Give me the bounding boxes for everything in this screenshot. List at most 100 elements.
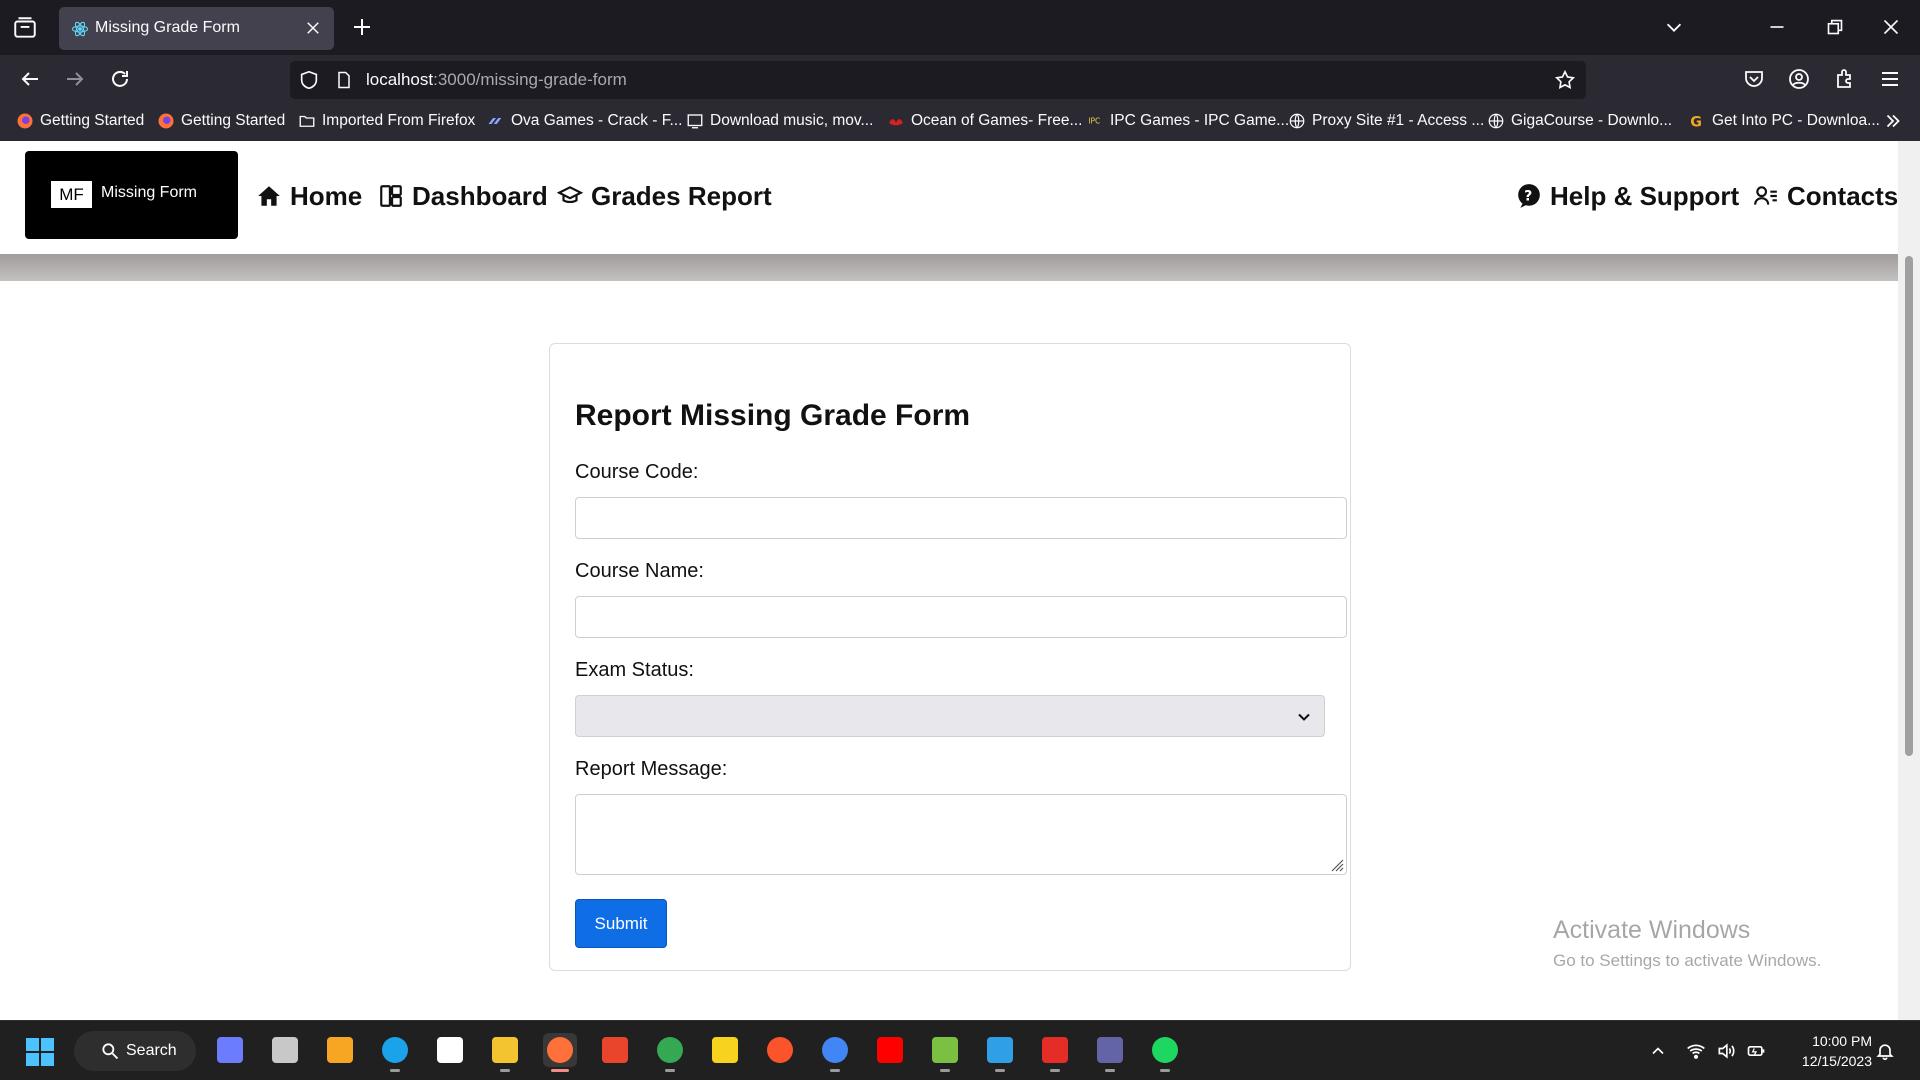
nav-contacts[interactable]: Contacts [1753, 179, 1898, 213]
nav-label: Contacts [1787, 180, 1899, 211]
battery-icon[interactable] [1746, 1041, 1766, 1061]
chevron-down-icon[interactable] [1663, 16, 1685, 38]
restore-icon[interactable] [1822, 14, 1848, 40]
bookmark-item[interactable]: Imported From Firefox [298, 110, 475, 132]
running-indicator [1105, 1069, 1115, 1072]
taskbar-search[interactable]: Search [74, 1031, 196, 1071]
bookmark-item[interactable]: Download music, mov... [686, 110, 873, 132]
course-code-input[interactable] [575, 497, 1347, 539]
browser-tab[interactable]: Missing Grade Form [59, 7, 334, 50]
taskbar-app[interactable] [708, 1033, 742, 1067]
bookmark-label: Imported From Firefox [322, 112, 476, 129]
exam-status-select[interactable] [575, 695, 1325, 737]
tab-title: Missing Grade Form [95, 19, 240, 36]
back-icon[interactable] [18, 67, 42, 91]
svg-text:IPC: IPC [1088, 116, 1100, 125]
report-message-label: Report Message: [575, 758, 728, 780]
bookmark-item[interactable]: GigaCourse - Downlo... [1487, 110, 1672, 132]
page-scrollbar[interactable] [1898, 141, 1920, 1020]
tab-list-icon[interactable] [12, 15, 38, 41]
close-window-icon[interactable] [1878, 14, 1904, 40]
windows-start-icon[interactable] [26, 1038, 54, 1066]
bookmark-item[interactable]: Getting Started [16, 110, 144, 132]
volume-icon[interactable] [1716, 1041, 1736, 1061]
running-indicator [390, 1069, 400, 1072]
taskbar-app[interactable] [928, 1033, 962, 1072]
taskbar-app[interactable] [653, 1033, 687, 1072]
page-viewport: MF Missing Form Home Dashboard Grades Re… [0, 141, 1920, 1020]
page-info-icon[interactable] [334, 70, 354, 90]
taskbar-app[interactable] [543, 1033, 577, 1072]
course-name-input[interactable] [575, 596, 1347, 638]
nav-grades-report[interactable]: Grades Report [557, 179, 772, 213]
extensions-icon[interactable] [1833, 67, 1857, 91]
chrome-icon [657, 1037, 683, 1063]
wifi-icon[interactable] [1686, 1041, 1706, 1061]
get-into-pc-icon: G [1690, 114, 1702, 130]
browser-toolbar: localhost:3000/missing-grade-form [0, 55, 1920, 101]
header-shadow-band [0, 254, 1898, 281]
globe-icon [1488, 113, 1504, 129]
scrollbar-thumb[interactable] [1905, 256, 1913, 756]
bookmark-star-icon[interactable] [1554, 69, 1576, 91]
bookmark-item[interactable]: Ova Games - Crack - F... [487, 110, 682, 132]
taskbar-app[interactable] [763, 1033, 797, 1067]
nav-home[interactable]: Home [256, 179, 362, 213]
bookmark-item[interactable]: Ocean of Games- Free... [887, 110, 1082, 132]
submit-button[interactable]: Submit [575, 899, 667, 948]
taskbar-app[interactable] [1038, 1033, 1072, 1072]
pocket-icon[interactable] [1742, 67, 1766, 91]
brand-logo[interactable]: MF Missing Form [25, 151, 238, 239]
close-tab-icon[interactable] [304, 19, 322, 37]
acrobat-icon [1042, 1037, 1068, 1063]
taskbar-app[interactable] [1148, 1033, 1182, 1072]
folder-icon [299, 115, 315, 127]
taskbar-app[interactable] [818, 1033, 852, 1072]
new-tab-icon[interactable] [350, 15, 374, 39]
taskbar-app[interactable] [983, 1033, 1017, 1072]
taskbar-app[interactable] [268, 1033, 302, 1067]
bookmark-item[interactable]: Getting Started [157, 110, 285, 132]
chevron-up-icon[interactable] [1648, 1041, 1668, 1061]
nav-help-support[interactable]: ? Help & Support [1516, 179, 1739, 213]
activate-windows-watermark: Activate Windows Go to Settings to activ… [1553, 916, 1821, 971]
reload-icon[interactable] [108, 67, 132, 91]
brand-name: Missing Form [101, 184, 198, 201]
taskbar-app[interactable] [213, 1033, 247, 1067]
brave-icon [767, 1037, 793, 1063]
running-indicator [1050, 1069, 1060, 1072]
minimize-icon[interactable] [1764, 14, 1790, 40]
menu-icon[interactable] [1878, 67, 1902, 91]
taskbar-app[interactable] [598, 1033, 632, 1067]
taskbar-app[interactable] [488, 1033, 522, 1072]
search-icon [102, 1043, 119, 1060]
bookmark-label: GigaCourse - Downlo... [1511, 112, 1673, 129]
resize-handle-icon[interactable] [1328, 856, 1344, 872]
watermark-subtitle: Go to Settings to activate Windows. [1553, 951, 1822, 970]
bookmark-item[interactable]: IPC IPC Games - IPC Game... [1086, 110, 1289, 132]
url-text[interactable]: localhost:3000/missing-grade-form [366, 70, 627, 90]
shield-icon[interactable] [298, 69, 320, 91]
bookmark-item[interactable]: Proxy Site #1 - Access ... [1288, 110, 1484, 132]
clock-date: 12/15/2023 [1801, 1053, 1872, 1069]
vscode-icon [987, 1037, 1013, 1063]
bookmark-item[interactable]: G Get Into PC - Downloa... [1688, 110, 1880, 132]
taskbar-app[interactable] [433, 1033, 467, 1067]
taskbar-app[interactable] [378, 1033, 412, 1072]
account-icon[interactable] [1787, 67, 1811, 91]
graduation-cap-icon [557, 186, 583, 204]
forward-icon[interactable] [63, 67, 87, 91]
taskbar-app[interactable] [873, 1033, 907, 1067]
taskbar-app[interactable] [323, 1033, 357, 1067]
nav-dashboard[interactable]: Dashboard [378, 179, 548, 213]
dashboard-icon [380, 185, 402, 207]
report-message-textarea[interactable] [575, 794, 1347, 875]
notification-bell-icon[interactable] [1875, 1041, 1895, 1061]
task-view-icon [272, 1037, 298, 1063]
url-host: localhost [366, 70, 434, 89]
watermark-title: Activate Windows [1553, 916, 1751, 944]
taskbar-app[interactable] [1093, 1033, 1127, 1072]
chevron-double-right-icon[interactable] [1882, 110, 1904, 132]
system-clock[interactable]: 10:00 PM 12/15/2023 [1782, 1031, 1872, 1071]
address-bar[interactable]: localhost:3000/missing-grade-form [290, 61, 1586, 99]
